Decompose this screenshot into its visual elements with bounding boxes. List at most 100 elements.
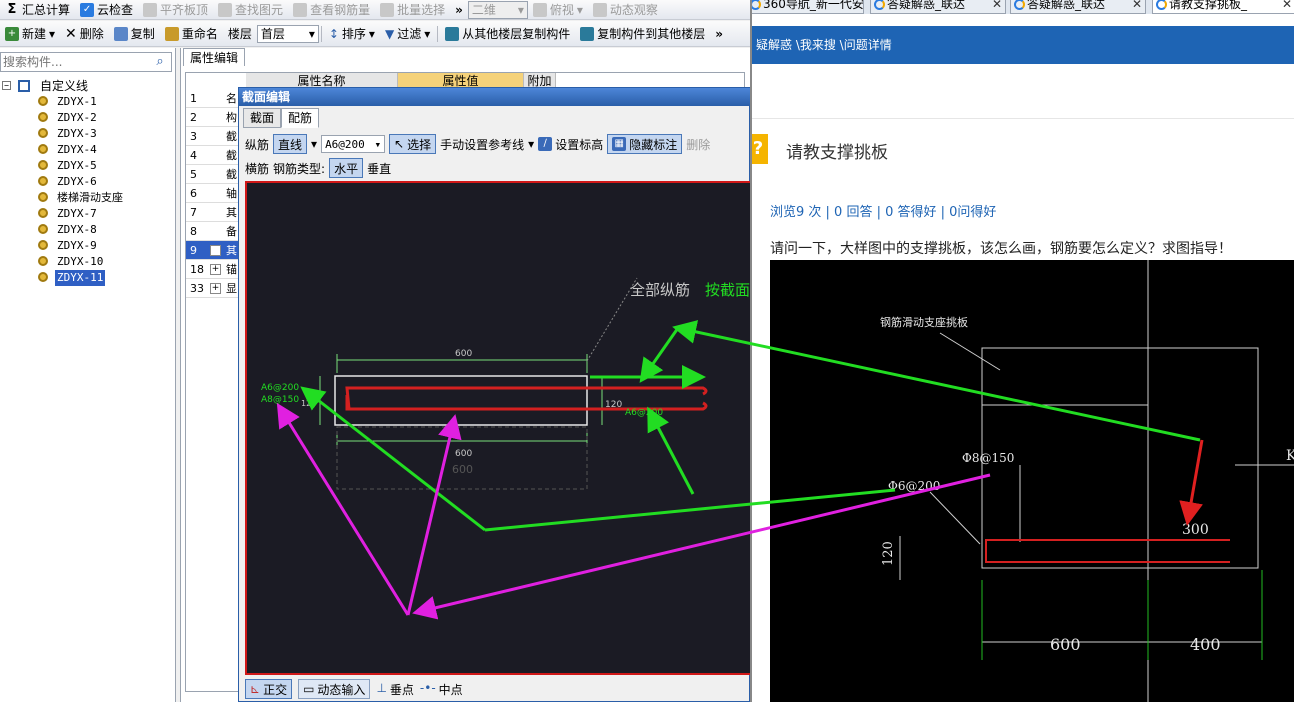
delete-button[interactable]: ✕ 删除 — [60, 21, 109, 46]
toolbar2-more-button[interactable]: » — [710, 21, 728, 46]
search-input[interactable] — [0, 52, 172, 72]
table-row[interactable]: 18 + 锚 — [186, 260, 246, 279]
ortho-toggle[interactable]: ⊾ 正交 — [245, 679, 293, 699]
tree-item[interactable]: ZDYX-7 — [0, 206, 176, 222]
expand-icon[interactable]: + — [210, 245, 221, 256]
copy-button[interactable]: 复制 — [109, 21, 160, 46]
chevron-down-icon[interactable]: ▾ — [311, 137, 317, 151]
table-row[interactable]: 33 + 显 — [186, 279, 246, 298]
table-row[interactable]: 5截 — [186, 165, 246, 184]
tab-rebar[interactable]: 配筋 — [281, 108, 320, 128]
copy-from-floor-button[interactable]: 从其他楼层复制构件 — [440, 21, 575, 46]
perpendicular-snap[interactable]: ⊥ 垂点 — [376, 681, 413, 698]
table-row[interactable]: 2构 — [186, 108, 246, 127]
collapse-icon[interactable]: − — [2, 81, 11, 90]
tree-item-label: ZDYX-6 — [57, 175, 97, 188]
tree-item[interactable]: ZDYX-3 — [0, 126, 176, 142]
new-button[interactable]: + 新建 ▾ — [0, 21, 60, 46]
sum-calc-button[interactable]: Σ 汇总计算 — [0, 0, 75, 19]
tree-root-custom-lines[interactable]: − 自定义线 — [0, 78, 176, 94]
delete-rebar-button[interactable]: 删除 — [686, 136, 710, 153]
rebar-qty-icon — [293, 2, 308, 17]
table-row[interactable]: 7其 — [186, 203, 246, 222]
question-icon: ? — [752, 134, 768, 164]
ortho-icon: ⊾ — [250, 682, 261, 696]
vertical-button[interactable]: 垂直 — [367, 160, 391, 177]
midpoint-snap[interactable]: -•- 中点 — [420, 681, 463, 698]
chevron-down-icon: ▾ — [49, 26, 56, 41]
sort-icon: ↕ — [328, 26, 339, 41]
dimension-lines — [319, 354, 603, 447]
close-tab-icon[interactable]: ✕ — [1282, 0, 1292, 13]
manual-ref-line-button[interactable]: 手动设置参考线 — [440, 136, 524, 153]
table-row[interactable]: 1名 — [186, 89, 246, 108]
tab-section[interactable]: 截面 — [243, 108, 282, 128]
dynamic-input-toggle[interactable]: ▭ 动态输入 — [298, 679, 371, 699]
section-canvas[interactable]: 全部纵筋 按截面 600 600 600 120 120 A6@200 A8@1… — [245, 181, 750, 675]
drawing-dim-300: 300 — [1182, 522, 1209, 538]
section-edit-dialog: 截面编辑 截面 配筋 纵筋 直线 ▾ A6@200 ▾ ↖ 选择 手动设置参考线 ▾… — [238, 87, 750, 702]
row-name: 截 — [226, 149, 237, 162]
annotation-icon: ▦ — [612, 137, 627, 151]
row-number: 4 — [190, 149, 197, 162]
table-row[interactable]: 9 + 其 — [186, 241, 246, 260]
rename-button[interactable]: 重命名 — [160, 21, 223, 46]
floor-select[interactable]: 首层 ▾ — [256, 24, 319, 43]
tree-item[interactable]: ZDYX-5 — [0, 158, 176, 174]
copy-to-floor-button[interactable]: 复制构件到其他楼层 — [575, 21, 710, 46]
section-drawing[interactable]: 全部纵筋 按截面 600 600 600 120 120 A6@200 A8@1… — [247, 183, 750, 677]
view-2d-select[interactable]: 二维 ▾ — [467, 0, 528, 19]
chevron-down-icon[interactable]: ▾ — [528, 137, 534, 151]
batch-select-button[interactable]: 批量选择 — [375, 0, 450, 19]
tree-item[interactable]: ZDYX-6 — [0, 174, 176, 190]
dialog-status-bar: ⊾ 正交 ▭ 动态输入 ⊥ 垂点 -•- 中点 — [245, 678, 463, 700]
top-view-button[interactable]: 俯视 ▾ — [528, 0, 588, 19]
tree-item[interactable]: ZDYX-9 — [0, 238, 176, 254]
bottom-rebar — [345, 395, 708, 411]
cloud-check-button[interactable]: ✓ 云检查 — [75, 0, 138, 19]
select-button[interactable]: ↖ 选择 — [389, 134, 437, 154]
view-rebar-qty-button[interactable]: 查看钢筋量 — [288, 0, 375, 19]
dynamic-view-button[interactable]: 动态观察 — [588, 0, 663, 19]
tree-item[interactable]: ZDYX-11 — [0, 270, 176, 286]
expand-icon[interactable]: + — [210, 283, 221, 294]
tree-item[interactable]: ZDYX-8 — [0, 222, 176, 238]
table-row[interactable]: 6轴 — [186, 184, 246, 203]
tree-item[interactable]: ZDYX-4 — [0, 142, 176, 158]
tab-property-edit[interactable]: 属性编辑 — [183, 48, 246, 66]
tree-item[interactable]: 楼梯滑动支座 — [0, 190, 176, 206]
search-icon[interactable]: ⌕ — [150, 54, 170, 72]
rebar-spec-select[interactable]: A6@200 ▾ — [321, 135, 386, 153]
tree-item[interactable]: ZDYX-10 — [0, 254, 176, 270]
browser-tab-2[interactable]: 答疑解惑_联达 ✕ — [1010, 0, 1146, 14]
expand-icon[interactable]: + — [210, 264, 221, 275]
close-tab-icon[interactable]: ✕ — [1132, 0, 1142, 13]
tree-item[interactable]: ZDYX-1 — [0, 94, 176, 110]
row-name: 锚 — [226, 263, 237, 276]
set-elevation-button[interactable]: ∕ 设置标高 — [538, 136, 603, 153]
tree-item[interactable]: ZDYX-2 — [0, 110, 176, 126]
toolbar1-more-button[interactable]: » — [450, 0, 468, 19]
divider — [752, 118, 1294, 119]
flat-slab-button[interactable]: 平齐板顶 — [138, 0, 213, 19]
elevation-icon: ∕ — [538, 137, 553, 151]
sort-button[interactable]: ↕ 排序 ▾ — [324, 21, 380, 46]
browser-tab-0[interactable]: 360导航_新一代安 — [752, 0, 864, 14]
dim-bottom-text: 600 — [455, 449, 472, 459]
chevron-down-icon: ▾ — [424, 26, 431, 41]
sigma-icon: Σ — [7, 1, 17, 17]
close-tab-icon[interactable]: ✕ — [992, 0, 1002, 13]
table-row[interactable]: 3截 — [186, 127, 246, 146]
table-row[interactable]: 8备 — [186, 222, 246, 241]
gear-icon — [38, 160, 48, 170]
browser-tab-3[interactable]: 请教支撑挑板_ ✕ — [1152, 0, 1294, 14]
table-row[interactable]: 4截 — [186, 146, 246, 165]
line-type-select[interactable]: 直线 — [273, 134, 308, 154]
filter-button[interactable]: ▼ 过滤 ▾ — [380, 21, 435, 46]
browser-tab-1[interactable]: 答疑解惑_联达 ✕ — [870, 0, 1006, 14]
horizontal-button[interactable]: 水平 — [329, 158, 364, 178]
hide-annotation-button[interactable]: ▦ 隐藏标注 — [607, 134, 683, 154]
breadcrumb[interactable]: 疑解惑 \我来搜 \问题详情 — [752, 26, 1294, 64]
find-element-button[interactable]: 查找图元 — [213, 0, 288, 19]
small-height-text: 120 — [301, 399, 316, 408]
